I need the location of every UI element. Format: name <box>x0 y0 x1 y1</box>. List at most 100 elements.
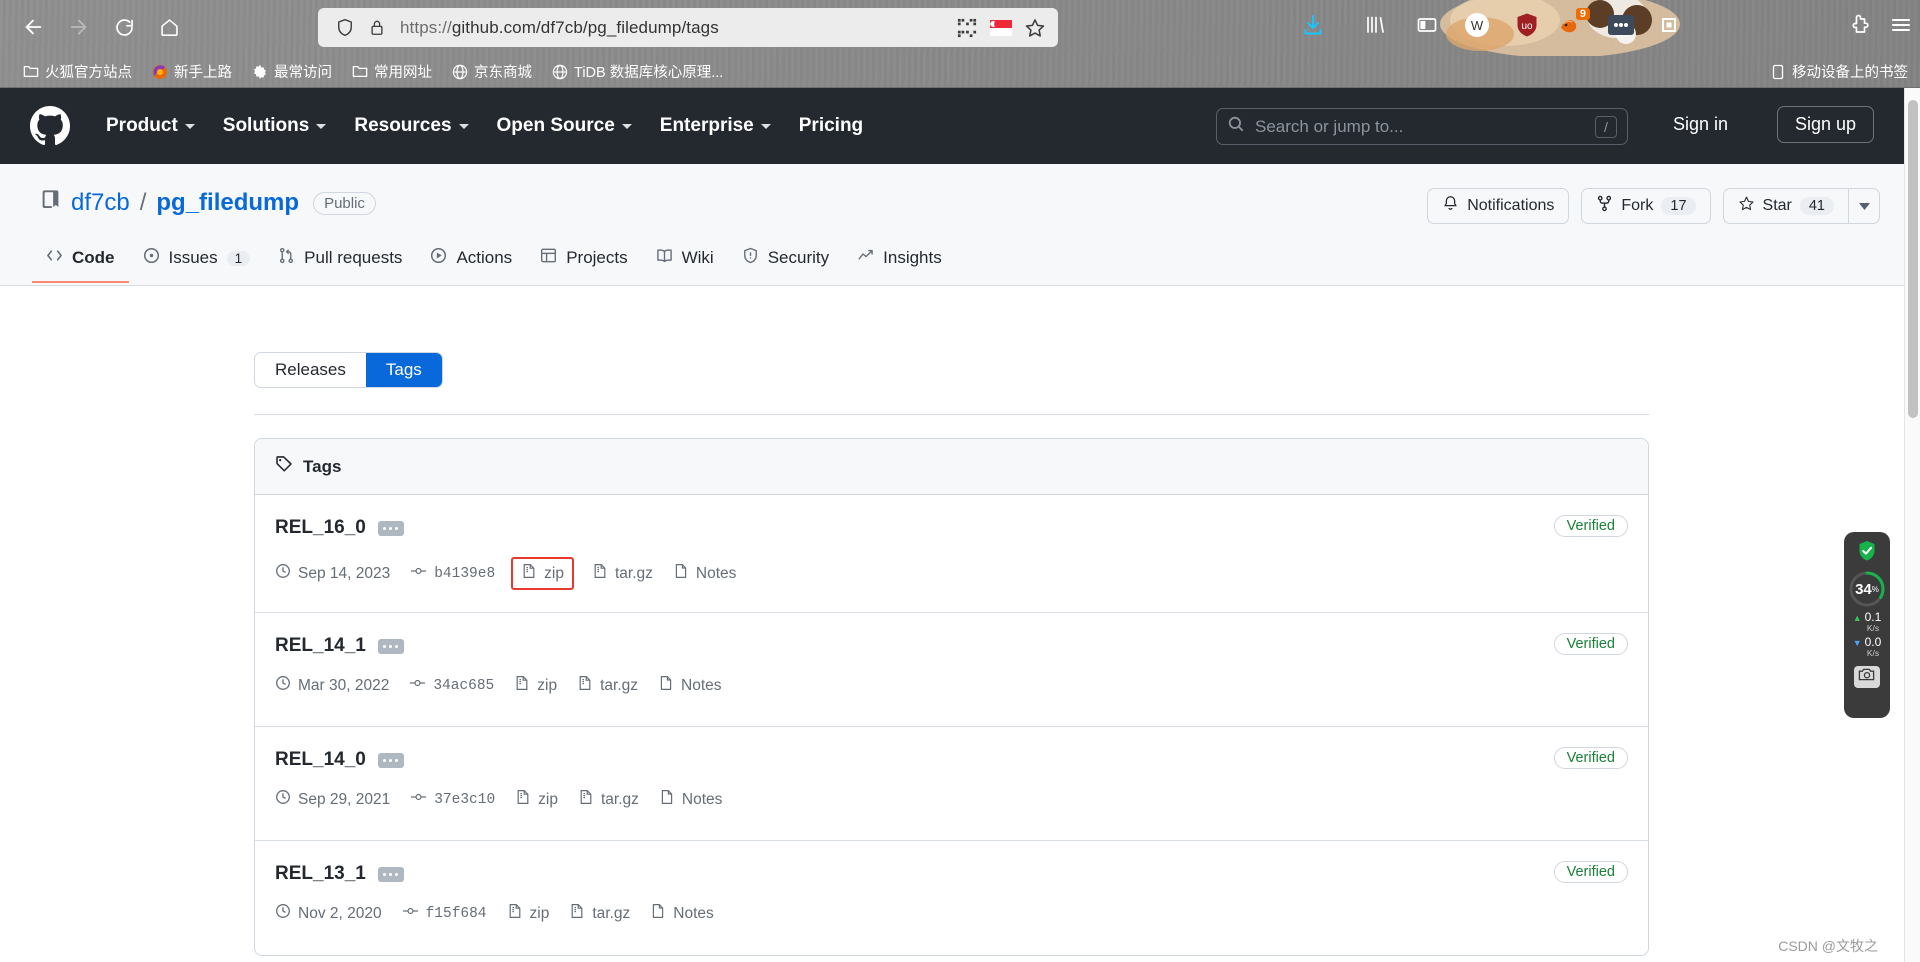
mobile-bookmarks-item[interactable]: 移动设备上的书签 <box>1769 55 1908 88</box>
releases-tab-button[interactable]: Releases <box>255 353 366 387</box>
ublock-origin-button[interactable]: uo <box>1510 10 1544 44</box>
tags-tab-button[interactable]: Tags <box>365 353 442 387</box>
singapore-flag-icon[interactable] <box>988 15 1014 41</box>
star-button[interactable]: Star 41 <box>1722 188 1848 224</box>
shield-icon[interactable] <box>332 15 358 41</box>
padlock-icon[interactable] <box>364 15 390 41</box>
tag-commit[interactable]: f15f684 <box>402 903 487 924</box>
tag-name-link[interactable]: REL_14_1 <box>275 635 404 657</box>
sidebar-toggle-button[interactable] <box>1410 10 1444 44</box>
network-speed-widget[interactable]: 34% ▲ 0.1 K/s ▼ 0.0 K/s <box>1844 532 1890 718</box>
url-text[interactable]: https://github.com/df7cb/pg_filedump/tag… <box>400 18 946 38</box>
firefox-extension-button[interactable]: 9 <box>1554 8 1590 44</box>
screenshot-extension-button[interactable] <box>1652 10 1686 44</box>
tag-notes-link[interactable]: Notes <box>658 675 722 696</box>
address-bar-actions <box>954 15 1048 41</box>
tag-commit[interactable]: 37e3c10 <box>410 789 495 810</box>
screenshot-camera-button[interactable] <box>1854 666 1880 688</box>
tag-commit-ellipsis-badge[interactable] <box>377 520 404 536</box>
sign-in-link[interactable]: Sign in <box>1673 114 1728 135</box>
verified-badge: Verified <box>1553 515 1628 537</box>
tab-code[interactable]: Code <box>32 239 129 283</box>
bookmark-item[interactable]: 京东商城 <box>443 58 540 85</box>
extensions-button[interactable] <box>1842 10 1876 44</box>
app-menu-button[interactable] <box>1884 10 1918 44</box>
tag-zip-download[interactable]: zip <box>514 675 557 696</box>
bookmark-item[interactable]: 最常访问 <box>243 58 340 85</box>
tag-zip-download[interactable]: zip <box>507 903 549 924</box>
bookmark-item[interactable]: 常用网址 <box>343 58 440 85</box>
nav-product[interactable]: Product <box>92 109 209 143</box>
bookmark-star-icon[interactable] <box>1022 15 1048 41</box>
repo-name-link[interactable]: pg_filedump <box>156 189 299 217</box>
fork-count: 17 <box>1661 197 1696 215</box>
play-icon <box>430 247 447 269</box>
nav-label: Resources <box>354 115 452 136</box>
tag-notes-link[interactable]: Notes <box>659 789 722 810</box>
main-content: Releases Tags Tags REL_16_0 Sep 14, 2023 <box>0 286 1904 962</box>
tag-commit-ellipsis-badge[interactable] <box>377 866 404 882</box>
tab-pull-requests[interactable]: Pull requests <box>264 239 416 283</box>
repo-owner-link[interactable]: df7cb <box>71 189 130 217</box>
bookmark-item[interactable]: 新手上路 <box>143 58 240 85</box>
more-extension-button[interactable] <box>1604 10 1638 44</box>
star-dropdown-button[interactable] <box>1848 188 1880 224</box>
nav-enterprise[interactable]: Enterprise <box>646 109 785 143</box>
reload-button[interactable] <box>105 8 143 46</box>
tag-notes-link[interactable]: Notes <box>673 563 736 584</box>
scrollbar-thumb[interactable] <box>1908 100 1918 418</box>
tag-commit[interactable]: b4139e8 <box>410 563 495 584</box>
security-shield-icon[interactable] <box>1854 538 1880 564</box>
tag-name-link[interactable]: REL_16_0 <box>275 517 404 539</box>
nav-open-source[interactable]: Open Source <box>483 109 646 143</box>
url-scheme: https:// <box>400 17 452 37</box>
tag-row: REL_13_1 Nov 2, 2020 f15f684 zip tar.gz … <box>255 841 1648 955</box>
bookmark-item[interactable]: 火狐官方站点 <box>14 58 140 85</box>
back-button[interactable] <box>14 8 52 46</box>
tab-wiki[interactable]: Wiki <box>642 239 728 283</box>
search-input[interactable]: Search or jump to... / <box>1216 108 1628 145</box>
tab-actions[interactable]: Actions <box>416 239 526 283</box>
forward-button[interactable] <box>60 8 98 46</box>
github-mark-icon[interactable] <box>30 106 70 146</box>
tag-targz-download[interactable]: tar.gz <box>578 789 639 810</box>
library-button[interactable] <box>1358 10 1392 44</box>
tag-notes-link[interactable]: Notes <box>650 903 714 924</box>
fork-button[interactable]: Fork 17 <box>1581 188 1711 224</box>
downloads-button[interactable] <box>1296 10 1330 44</box>
page-scrollbar[interactable] <box>1904 88 1920 962</box>
downloads-icon <box>1301 13 1325 42</box>
home-button[interactable] <box>150 8 188 46</box>
tab-security[interactable]: Security <box>728 239 843 283</box>
tag-name-link[interactable]: REL_14_0 <box>275 749 404 771</box>
tag-name-link[interactable]: REL_13_1 <box>275 863 404 885</box>
tag-zip-download[interactable]: zip <box>515 789 558 810</box>
file-zip-icon <box>578 789 594 810</box>
nav-pricing[interactable]: Pricing <box>785 109 877 143</box>
tag-commit-ellipsis-badge[interactable] <box>377 638 404 654</box>
tag-commit[interactable]: 34ac685 <box>409 675 494 696</box>
tab-projects[interactable]: Projects <box>526 239 641 283</box>
tag-date-label: Sep 29, 2021 <box>298 790 391 808</box>
chevron-down-icon <box>458 123 469 129</box>
qr-code-icon[interactable] <box>954 15 980 41</box>
tag-targz-download[interactable]: tar.gz <box>569 903 630 924</box>
tag-targz-download[interactable]: tar.gz <box>577 675 638 696</box>
fork-icon <box>1596 195 1613 217</box>
tag-zip-download[interactable]: zip <box>511 557 574 590</box>
file-icon <box>658 675 674 696</box>
tag-row: REL_14_0 Sep 29, 2021 37e3c10 zip tar.gz… <box>255 727 1648 841</box>
nav-solutions[interactable]: Solutions <box>209 109 341 143</box>
account-button[interactable]: W <box>1460 10 1494 44</box>
sign-up-button[interactable]: Sign up <box>1776 106 1874 143</box>
tag-targz-download[interactable]: tar.gz <box>592 563 653 584</box>
tag-label: REL_14_1 <box>275 635 366 656</box>
nav-resources[interactable]: Resources <box>340 109 482 143</box>
notifications-button[interactable]: Notifications <box>1427 188 1570 224</box>
tab-issues[interactable]: Issues 1 <box>129 239 265 283</box>
tab-label: Code <box>72 248 115 267</box>
tab-insights[interactable]: Insights <box>843 239 956 283</box>
tag-commit-ellipsis-badge[interactable] <box>377 752 404 768</box>
bookmark-item[interactable]: TiDB 数据库核心原理... <box>543 58 731 85</box>
address-bar[interactable]: https://github.com/df7cb/pg_filedump/tag… <box>318 8 1058 47</box>
